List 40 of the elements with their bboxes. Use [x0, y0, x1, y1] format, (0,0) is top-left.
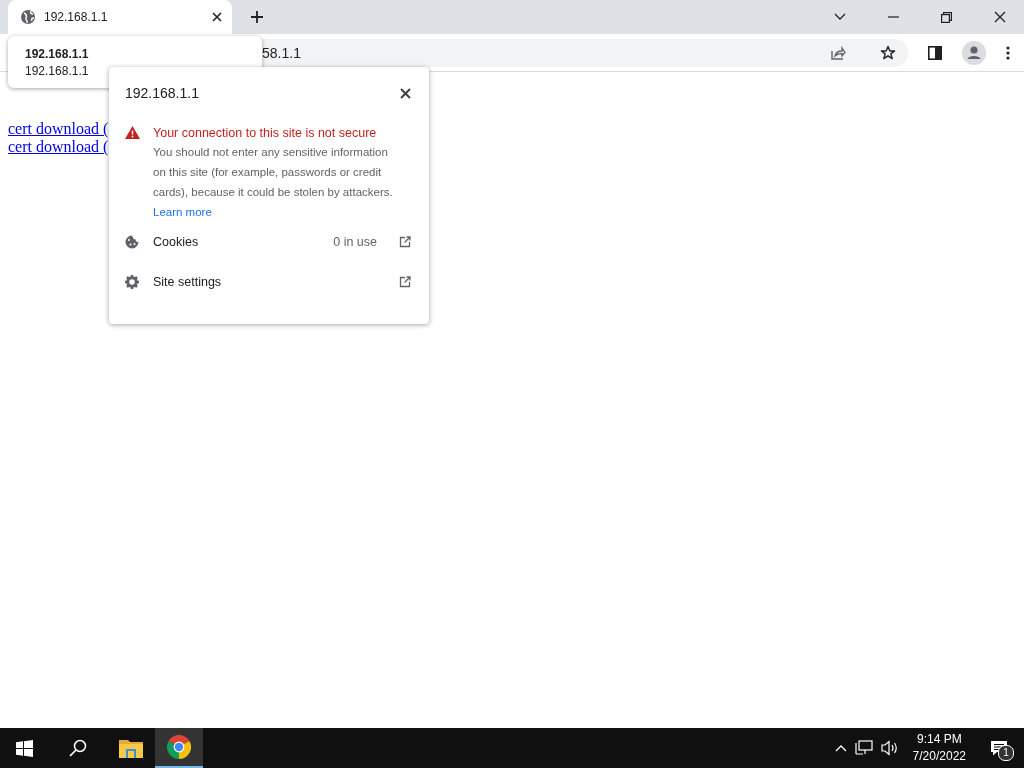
cookie-count: 0 in use	[333, 235, 377, 249]
clock-time[interactable]: 9:14 PM	[912, 731, 966, 748]
folder-icon	[119, 738, 143, 758]
tooltip-title: 192.168.1.1	[25, 46, 90, 62]
cookie-icon	[125, 235, 139, 249]
popup-menu-item[interactable]: Cookies 0 in use	[125, 222, 411, 262]
star-icon[interactable]	[880, 44, 896, 61]
chevron-up-icon[interactable]	[834, 744, 847, 752]
clock-date[interactable]: 7/20/2022	[912, 748, 966, 765]
tooltip-url: 192.168.1.1	[25, 63, 90, 80]
browser-tab[interactable]: 192.168.1.1	[8, 0, 232, 34]
close-icon[interactable]	[400, 87, 411, 99]
external-link-icon	[399, 236, 411, 248]
search-icon[interactable]	[69, 739, 87, 757]
windows-start-icon[interactable]	[16, 739, 33, 757]
taskbar-app[interactable]	[155, 728, 203, 768]
close-icon[interactable]	[212, 12, 222, 22]
menu-icon[interactable]	[1006, 45, 1010, 60]
chrome-logo-icon	[167, 735, 191, 759]
popup-title: 192.168.1.1	[125, 85, 199, 101]
warning-message: You should not enter any sensitive information on this site (for example, passwords or credit cards), because it could be stolen by attackers.	[153, 145, 394, 200]
volume-icon[interactable]	[880, 740, 899, 756]
external-link-icon	[399, 276, 411, 288]
chevron-down-icon[interactable]	[834, 13, 846, 21]
close-icon[interactable]	[994, 11, 1006, 23]
link[interactable]: cert download (	[8, 120, 109, 138]
warning-icon	[125, 126, 140, 139]
notification-badge: 1	[998, 745, 1014, 761]
gear-icon	[125, 275, 139, 289]
new-tab-icon[interactable]	[250, 10, 264, 24]
link[interactable]: cert download (	[8, 138, 109, 156]
side-panel-icon[interactable]	[928, 45, 942, 60]
popup-menu-item[interactable]: Site settings	[125, 262, 411, 302]
learn-more-link[interactable]: Learn more	[153, 202, 212, 222]
restore-icon[interactable]	[941, 11, 952, 23]
share-icon[interactable]	[830, 44, 846, 61]
warning-title: Your connection to this site is not secure	[153, 125, 378, 142]
globe-icon	[20, 9, 36, 25]
profile-icon[interactable]	[962, 40, 986, 65]
network-icon[interactable]	[854, 740, 873, 756]
